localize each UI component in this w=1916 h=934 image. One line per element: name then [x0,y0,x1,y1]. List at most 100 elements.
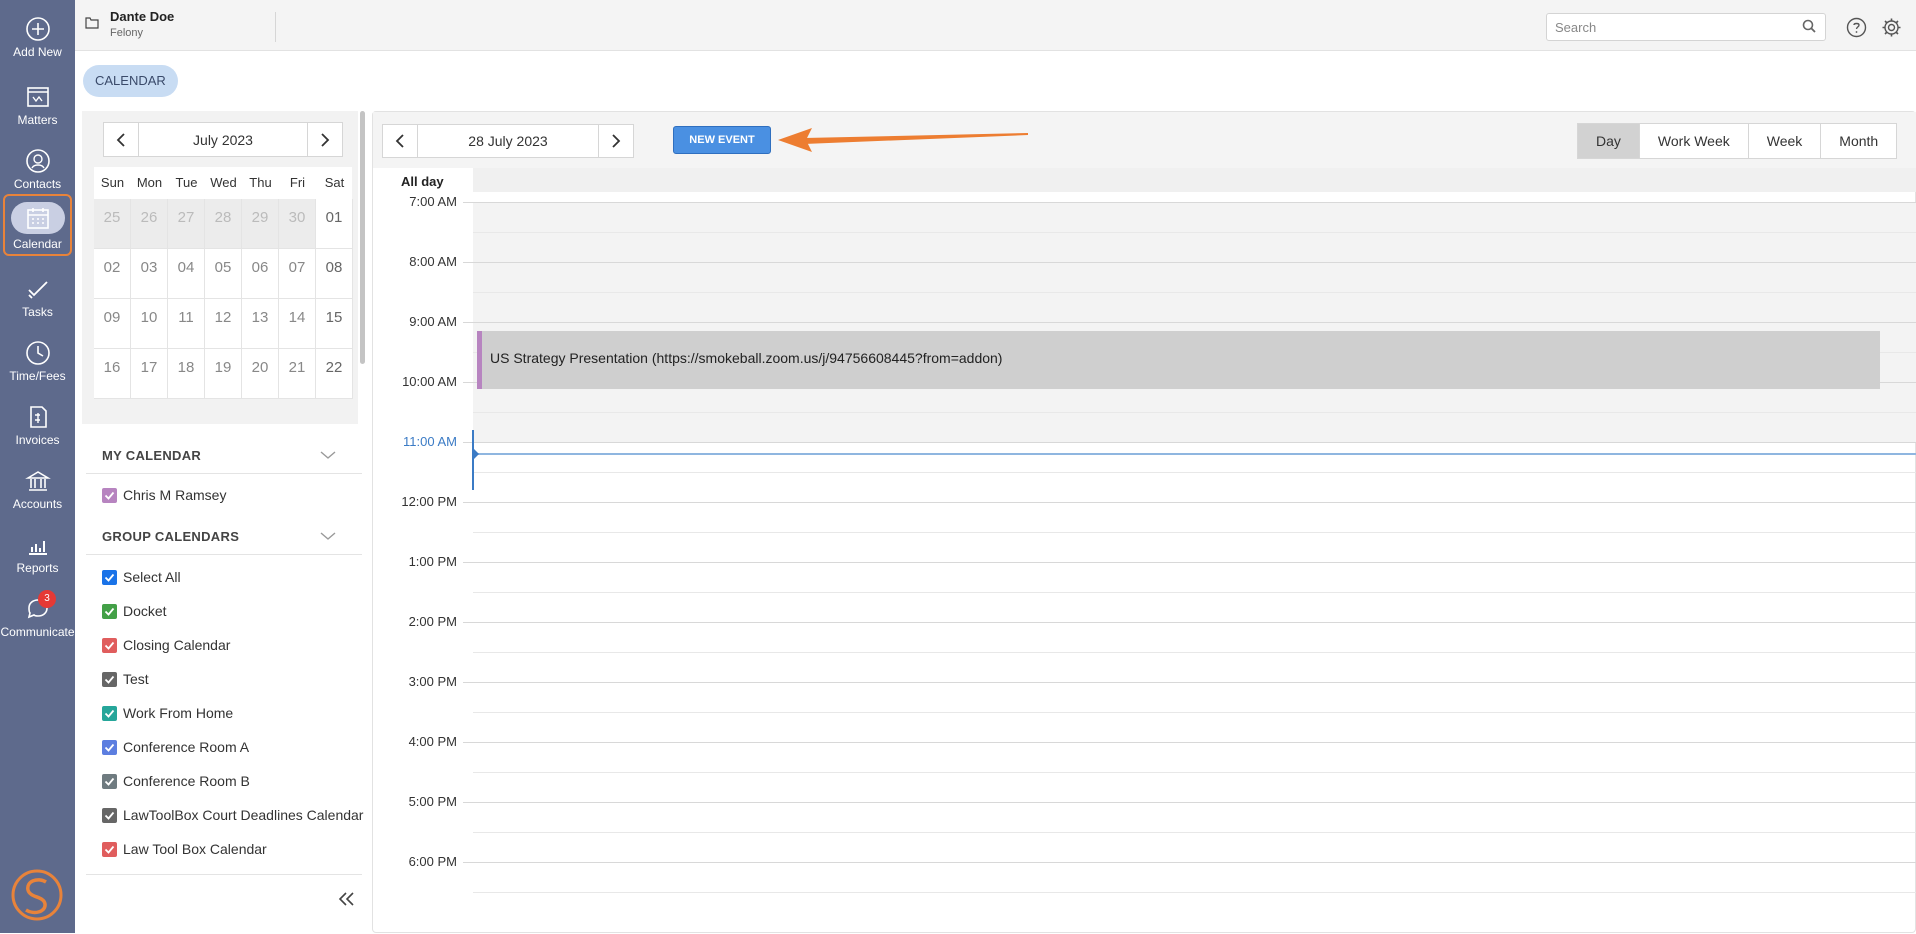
checkbox-checked-icon[interactable] [102,671,117,687]
hour-row[interactable]: 6:00 PM [373,854,1916,922]
prev-day-button[interactable] [382,124,418,158]
mini-calendar-day[interactable]: 20 [242,349,279,399]
hour-row[interactable]: 1:00 PM [373,554,1916,622]
mini-calendar-day[interactable]: 13 [242,299,279,349]
gear-icon[interactable] [1881,17,1902,38]
calendar-toggle[interactable]: Docket [102,601,167,621]
chevron-left-icon [395,134,404,148]
search-input[interactable] [1546,13,1826,41]
view-week-button[interactable]: Week [1747,124,1821,158]
calendar-toggle[interactable]: Closing Calendar [102,635,230,655]
hour-row[interactable]: 3:00 PM [373,674,1916,742]
mini-calendar-day[interactable]: 26 [131,199,168,249]
sidebar-scrollbar[interactable] [360,111,365,364]
new-event-button[interactable]: NEW EVENT [673,126,771,154]
rail-label: Tasks [22,305,53,319]
mini-calendar-day[interactable]: 11 [168,299,205,349]
collapse-sidebar-icon[interactable] [338,892,356,906]
hour-row[interactable]: 7:00 AM [373,194,1916,262]
hour-line [463,742,1916,743]
hour-row[interactable]: 10:00 AM [373,374,1916,442]
rail-label: Matters [17,113,58,127]
rail-communicate[interactable]: 3 Communicate [0,590,75,652]
mini-calendar-day[interactable]: 10 [131,299,168,349]
view-work-week-button[interactable]: Work Week [1638,124,1748,158]
rail-time-fees[interactable]: Time/Fees [0,334,75,396]
view-day-button[interactable]: Day [1578,124,1639,158]
calendar-name: Work From Home [123,705,234,721]
checkbox-checked-icon[interactable] [102,773,117,789]
chevron-down-icon[interactable] [320,450,336,460]
search-icon[interactable] [1802,19,1816,33]
mini-calendar-day[interactable]: 05 [205,249,242,299]
mini-calendar-day[interactable]: 19 [205,349,242,399]
calendar-toggle[interactable]: Conference Room A [102,737,249,757]
mini-calendar-day[interactable]: 06 [242,249,279,299]
mini-calendar-day[interactable]: 27 [168,199,205,249]
rail-invoices[interactable]: Invoices [0,398,75,460]
rail-matters[interactable]: Matters [0,78,75,140]
calendar-toggle[interactable]: Select All [102,567,181,587]
mini-month-label[interactable]: July 2023 [138,122,308,157]
mini-calendar-day[interactable]: 15 [316,299,353,349]
checkbox-checked-icon[interactable] [102,487,117,503]
hour-row[interactable]: 12:00 PM [373,494,1916,562]
mini-calendar-day[interactable]: 08 [316,249,353,299]
hour-row[interactable]: 8:00 AM [373,254,1916,322]
checkbox-checked-icon[interactable] [102,705,117,721]
calendar-toggle[interactable]: Chris M Ramsey [102,485,226,505]
mini-prev-month-button[interactable] [103,122,139,157]
mini-calendar-day[interactable]: 16 [94,349,131,399]
view-month-button[interactable]: Month [1820,124,1896,158]
rail-accounts[interactable]: Accounts [0,462,75,524]
mini-calendar-day[interactable]: 17 [131,349,168,399]
hour-row[interactable]: 2:00 PM [373,614,1916,682]
mini-calendar-day[interactable]: 28 [205,199,242,249]
mini-calendar-day[interactable]: 02 [94,249,131,299]
current-date-label[interactable]: 28 July 2023 [417,124,599,158]
chevron-right-icon [612,134,621,148]
mini-calendar-day[interactable]: 18 [168,349,205,399]
mini-calendar-day[interactable]: 09 [94,299,131,349]
time-grid[interactable]: 7:00 AM 8:00 AM 9:00 AM 10:00 AM 11:00 AM 12:… [373,192,1916,934]
calendar-toggle[interactable]: Law Tool Box Calendar [102,839,267,859]
rail-tasks[interactable]: Tasks [0,270,75,332]
calendar-toggle[interactable]: Work From Home [102,703,233,723]
mini-calendar-day[interactable]: 03 [131,249,168,299]
hour-row[interactable]: 5:00 PM [373,794,1916,862]
rail-calendar[interactable]: Calendar [3,194,72,256]
smokeball-logo[interactable] [10,868,64,927]
hour-line [463,862,1916,863]
checkbox-checked-icon[interactable] [102,637,117,653]
mini-calendar-day[interactable]: 04 [168,249,205,299]
calendar-toggle[interactable]: LawToolBox Court Deadlines Calendar [102,805,363,825]
checkbox-checked-icon[interactable] [102,807,117,823]
calendar-event[interactable]: US Strategy Presentation (https://smokeb… [477,331,1880,389]
calendar-toggle[interactable]: Test [102,669,149,689]
checkbox-checked-icon[interactable] [102,569,117,585]
mini-calendar-day[interactable]: 01 [316,199,353,249]
checkbox-checked-icon[interactable] [102,841,117,857]
tab-calendar[interactable]: CALENDAR [83,65,178,97]
hour-row[interactable]: 11:00 AM [373,434,1916,502]
hour-row[interactable]: 4:00 PM [373,734,1916,802]
mini-next-month-button[interactable] [307,122,343,157]
rail-reports[interactable]: Reports [0,526,75,588]
mini-calendar-day[interactable]: 30 [279,199,316,249]
checkbox-checked-icon[interactable] [102,739,117,755]
mini-calendar-day[interactable]: 22 [316,349,353,399]
mini-calendar-day[interactable]: 12 [205,299,242,349]
half-hour-line [473,772,1916,773]
mini-calendar-day[interactable]: 14 [279,299,316,349]
help-icon[interactable] [1846,17,1867,38]
calendar-toggle[interactable]: Conference Room B [102,771,250,791]
rail-add-new[interactable]: Add New [0,10,75,72]
checkbox-checked-icon[interactable] [102,603,117,619]
next-day-button[interactable] [598,124,634,158]
mini-calendar-day[interactable]: 29 [242,199,279,249]
mini-calendar-day[interactable]: 07 [279,249,316,299]
chevron-down-icon[interactable] [320,531,336,541]
mini-calendar-day[interactable]: 25 [94,199,131,249]
all-day-row[interactable] [473,168,1916,192]
mini-calendar-day[interactable]: 21 [279,349,316,399]
